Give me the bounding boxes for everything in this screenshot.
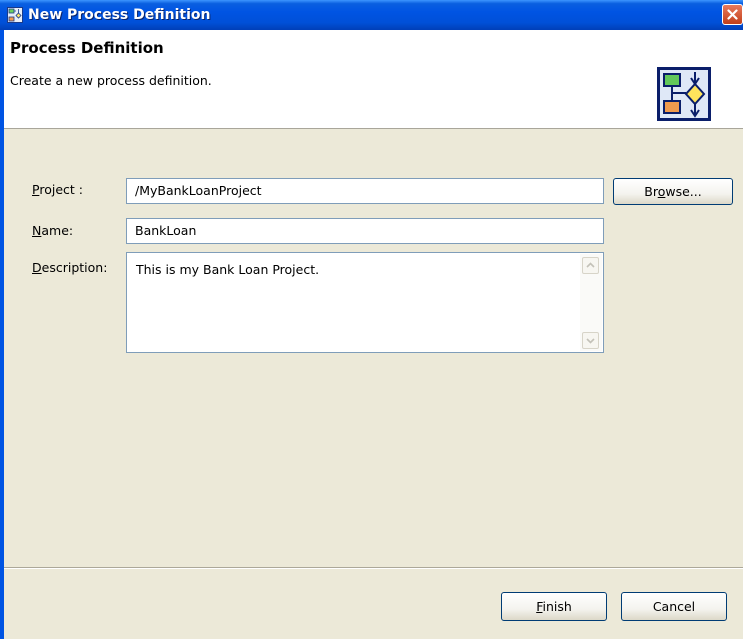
page-title: Process Definition <box>10 39 164 57</box>
name-label: Name: <box>32 223 74 238</box>
project-field[interactable]: /MyBankLoanProject <box>126 178 604 204</box>
description-text: This is my Bank Loan Project. <box>136 262 320 277</box>
name-field[interactable]: BankLoan <box>126 218 604 244</box>
cancel-button[interactable]: Cancel <box>621 592 727 621</box>
close-button[interactable] <box>722 4 743 25</box>
description-label: Description: <box>32 260 108 275</box>
browse-button[interactable]: Browse... <box>613 178 733 205</box>
chevron-down-icon <box>586 338 595 344</box>
footer-separator-highlight <box>4 568 743 569</box>
process-flow-wizard-icon <box>657 67 711 121</box>
description-scrollbar[interactable] <box>580 254 602 351</box>
wizard-header: Process Definition Create a new process … <box>4 30 743 129</box>
description-textarea[interactable]: This is my Bank Loan Project. <box>126 252 604 353</box>
page-description: Create a new process definition. <box>10 73 212 88</box>
close-icon <box>727 9 738 20</box>
new-process-definition-dialog: New Process Definition Process Definitio… <box>0 0 743 639</box>
scroll-down-button[interactable] <box>582 332 599 349</box>
project-label: Project : <box>32 182 83 197</box>
process-definition-icon <box>7 7 23 23</box>
chevron-up-icon <box>586 262 595 268</box>
scroll-up-button[interactable] <box>582 257 599 274</box>
window-title: New Process Definition <box>28 7 211 23</box>
title-bar[interactable]: New Process Definition <box>0 0 743 30</box>
finish-button[interactable]: Finish <box>501 592 607 621</box>
